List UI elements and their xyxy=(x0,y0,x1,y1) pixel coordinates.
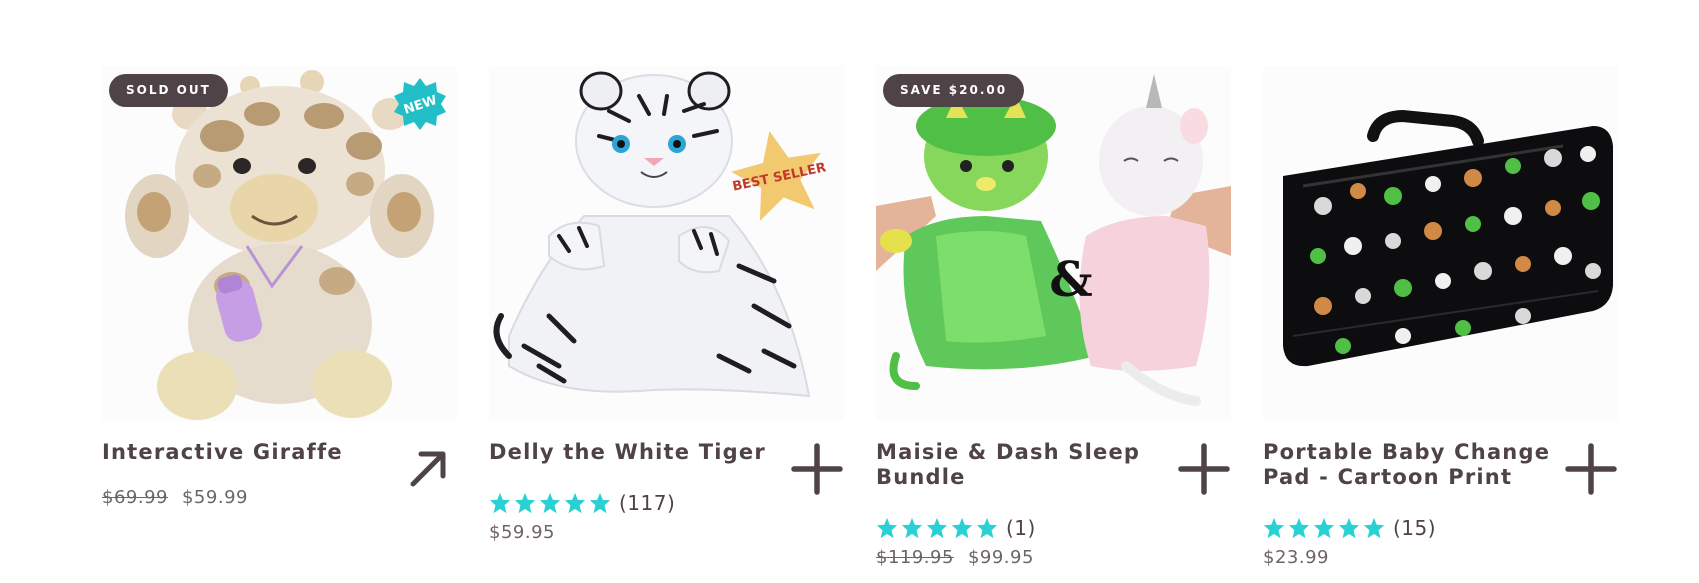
star-rating xyxy=(1263,517,1385,539)
product-card: NEW SOLD OUT Interactive Giraffe $69.99 … xyxy=(102,66,457,576)
star-icon xyxy=(489,492,511,514)
star-icon xyxy=(1288,517,1310,539)
price-row: $23.99 xyxy=(1263,547,1329,568)
product-card: Portable Baby Change Pad - Cartoon Print… xyxy=(1263,66,1618,576)
price-row: $69.99 $59.99 xyxy=(102,487,248,508)
star-icon xyxy=(1263,517,1285,539)
product-image[interactable]: BEST SELLER xyxy=(489,66,844,421)
star-icon xyxy=(589,492,611,514)
product-title[interactable]: Portable Baby Change Pad - Cartoon Print xyxy=(1263,440,1563,490)
rating-row: (117) xyxy=(489,490,675,516)
rating-row: (15) xyxy=(1263,515,1436,541)
star-icon xyxy=(976,517,998,539)
change-pad-image xyxy=(1283,109,1613,367)
star-icon xyxy=(1338,517,1360,539)
star-icon xyxy=(564,492,586,514)
product-image[interactable]: NEW SOLD OUT xyxy=(102,66,457,421)
product-card: & SAVE $20.00 Maisie & Dash Sleep Bundle… xyxy=(876,66,1231,576)
star-icon xyxy=(514,492,536,514)
plus-icon xyxy=(1565,443,1617,495)
price-row: $119.95 $99.95 xyxy=(876,547,1034,568)
sale-price: $99.95 xyxy=(967,547,1034,568)
star-icon xyxy=(1313,517,1335,539)
sleep-bundle-image: & xyxy=(876,74,1231,406)
star-icon xyxy=(876,517,898,539)
star-icon xyxy=(951,517,973,539)
arrow-up-right-icon xyxy=(410,451,446,487)
sold-out-badge: SOLD OUT xyxy=(109,74,228,107)
price-row: $59.95 xyxy=(489,522,555,543)
star-icon xyxy=(1363,517,1385,539)
star-rating xyxy=(489,492,611,514)
product-grid: NEW SOLD OUT Interactive Giraffe $69.99 … xyxy=(102,66,1618,576)
compare-price: $69.99 xyxy=(102,487,168,508)
product-title[interactable]: Interactive Giraffe xyxy=(102,440,402,465)
white-tiger-plush-image: BEST SELLER xyxy=(493,71,827,398)
product-image[interactable]: & SAVE $20.00 xyxy=(876,66,1231,421)
plus-icon xyxy=(791,443,843,495)
price: $23.99 xyxy=(1263,547,1329,568)
review-count: (1) xyxy=(1006,516,1036,540)
star-rating xyxy=(876,517,998,539)
product-title[interactable]: Delly the White Tiger xyxy=(489,440,789,465)
star-icon xyxy=(539,492,561,514)
ampersand-label: & xyxy=(1049,252,1092,308)
compare-price: $119.95 xyxy=(876,547,954,568)
add-to-cart-button[interactable] xyxy=(1177,442,1231,496)
add-to-cart-button[interactable] xyxy=(1564,442,1618,496)
view-product-button[interactable] xyxy=(403,442,457,496)
plus-icon xyxy=(1178,443,1230,495)
star-icon xyxy=(926,517,948,539)
review-count: (15) xyxy=(1393,516,1437,540)
product-image[interactable] xyxy=(1263,66,1618,421)
save-badge: SAVE $20.00 xyxy=(883,74,1025,107)
review-count: (117) xyxy=(619,491,676,515)
star-icon xyxy=(901,517,923,539)
add-to-cart-button[interactable] xyxy=(790,442,844,496)
giraffe-plush-image: NEW xyxy=(125,70,446,420)
product-title[interactable]: Maisie & Dash Sleep Bundle xyxy=(876,440,1176,490)
rating-row: (1) xyxy=(876,515,1036,541)
price: $59.95 xyxy=(489,522,555,543)
product-card: BEST SELLER Delly the White Tiger (117) … xyxy=(489,66,844,576)
sale-price: $59.99 xyxy=(181,487,248,508)
